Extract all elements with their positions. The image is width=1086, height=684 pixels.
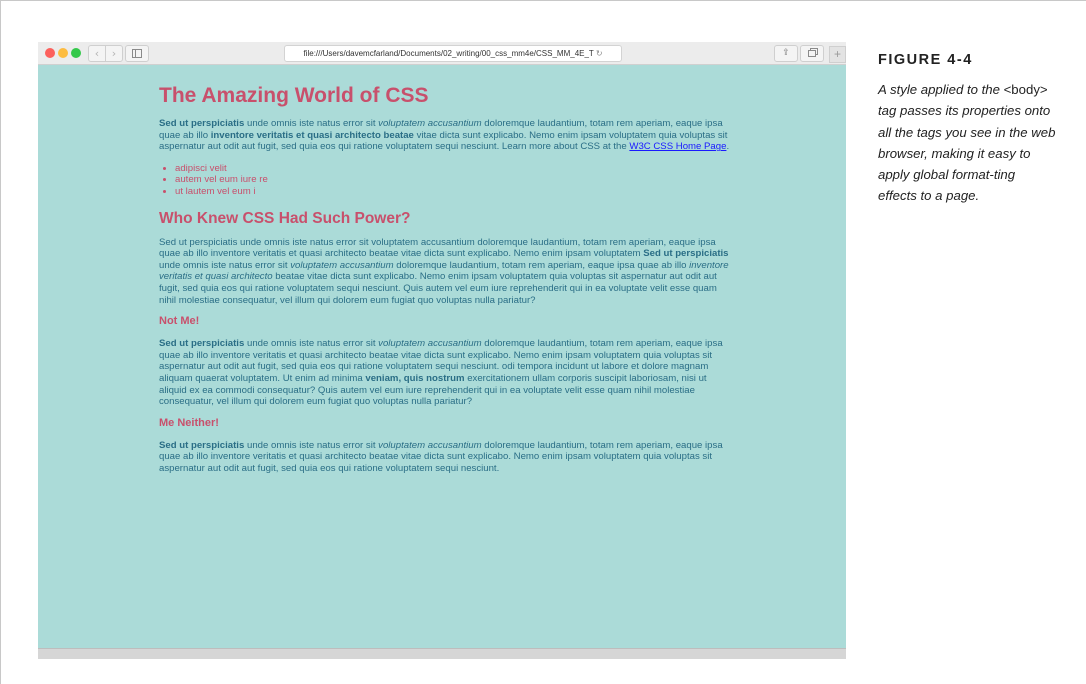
italic-text: voluptatem accusantium: [290, 259, 394, 271]
intro-paragraph: Sed ut perspiciatis unde omnis iste natu…: [159, 118, 731, 153]
share-button[interactable]: ⇪: [774, 45, 798, 62]
text-run: unde omnis iste natus error sit: [244, 439, 379, 451]
text-run: unde omnis iste natus error sit: [244, 338, 379, 350]
section-heading: Who Knew CSS Had Such Power?: [159, 209, 411, 227]
browser-toolbar: ‹ › file:///Users/davemcfarland/Document…: [38, 42, 846, 65]
frame-border-top: [0, 0, 1086, 1]
address-bar[interactable]: file:///Users/davemcfarland/Documents/02…: [284, 45, 622, 62]
frame-border-left: [0, 0, 1, 684]
caption-run: A style applied to the: [878, 82, 1004, 97]
page-viewport[interactable]: The Amazing World of CSS Sed ut perspici…: [38, 65, 846, 648]
bold-text: Sed ut perspiciatis: [643, 248, 729, 260]
subheading-me-neither: Me Neither!: [159, 416, 219, 429]
back-button[interactable]: ‹: [88, 45, 106, 62]
w3c-css-link[interactable]: W3C CSS Home Page: [629, 141, 726, 152]
italic-text: voluptatem accusantium: [378, 338, 482, 350]
list-item: adipisci velit: [175, 163, 731, 175]
minimize-window-button[interactable]: [58, 48, 68, 58]
list-item: ut lautem vel eum i: [175, 186, 731, 198]
bold-text: inventore veritatis et quasi architecto …: [210, 129, 414, 141]
sidebar-icon: [132, 49, 142, 58]
page-title: The Amazing World of CSS: [159, 84, 429, 107]
reload-icon[interactable]: ↻: [596, 49, 603, 58]
caption-code: <body>: [1003, 82, 1048, 97]
text-run: doloremque laudantium, totam rem aperiam…: [393, 259, 690, 271]
url-text: file:///Users/davemcfarland/Documents/02…: [303, 49, 594, 58]
bold-text: Sed ut perspiciatis: [159, 118, 245, 129]
close-window-button[interactable]: [45, 48, 55, 58]
figure-caption: A style applied to the <body> tag passes…: [878, 79, 1056, 207]
new-tab-button[interactable]: +: [829, 46, 846, 63]
bold-text: Sed ut perspiciatis: [159, 338, 245, 350]
browser-window: ‹ › file:///Users/davemcfarland/Document…: [38, 42, 846, 659]
bold-text: veniam, quis nostrum: [365, 372, 465, 384]
zoom-window-button[interactable]: [71, 48, 81, 58]
text-run: unde omnis iste natus error sit: [159, 259, 291, 271]
body-paragraph: Sed ut perspiciatis unde omnis iste natu…: [159, 237, 731, 307]
window-bottom-bar: [38, 648, 846, 659]
text-run: .: [726, 141, 730, 153]
italic-text: voluptatem accusantium: [378, 439, 482, 451]
subheading-not-me: Not Me!: [159, 315, 200, 328]
figure-label: FIGURE 4-4: [878, 52, 973, 68]
bullet-list: adipisci velit autem vel eum iure re ut …: [159, 163, 731, 198]
show-tabs-button[interactable]: [800, 45, 824, 62]
caption-run: tag passes its properties onto all the t…: [878, 103, 1056, 204]
body-paragraph: Sed ut perspiciatis unde omnis iste natu…: [159, 338, 731, 408]
list-item: autem vel eum iure re: [175, 174, 731, 186]
forward-button[interactable]: ›: [105, 45, 123, 62]
page-content: The Amazing World of CSS Sed ut perspici…: [159, 65, 731, 474]
sidebar-toggle-button[interactable]: [125, 45, 149, 62]
italic-text: voluptatem accusantium: [378, 118, 482, 129]
body-paragraph: Sed ut perspiciatis unde omnis iste natu…: [159, 440, 731, 475]
bold-text: Sed ut perspiciatis: [159, 439, 245, 451]
text-run: Sed ut perspiciatis unde omnis iste natu…: [159, 236, 716, 260]
tabs-icon-front: [808, 50, 816, 57]
text-run: unde omnis iste natus error sit: [244, 118, 379, 129]
